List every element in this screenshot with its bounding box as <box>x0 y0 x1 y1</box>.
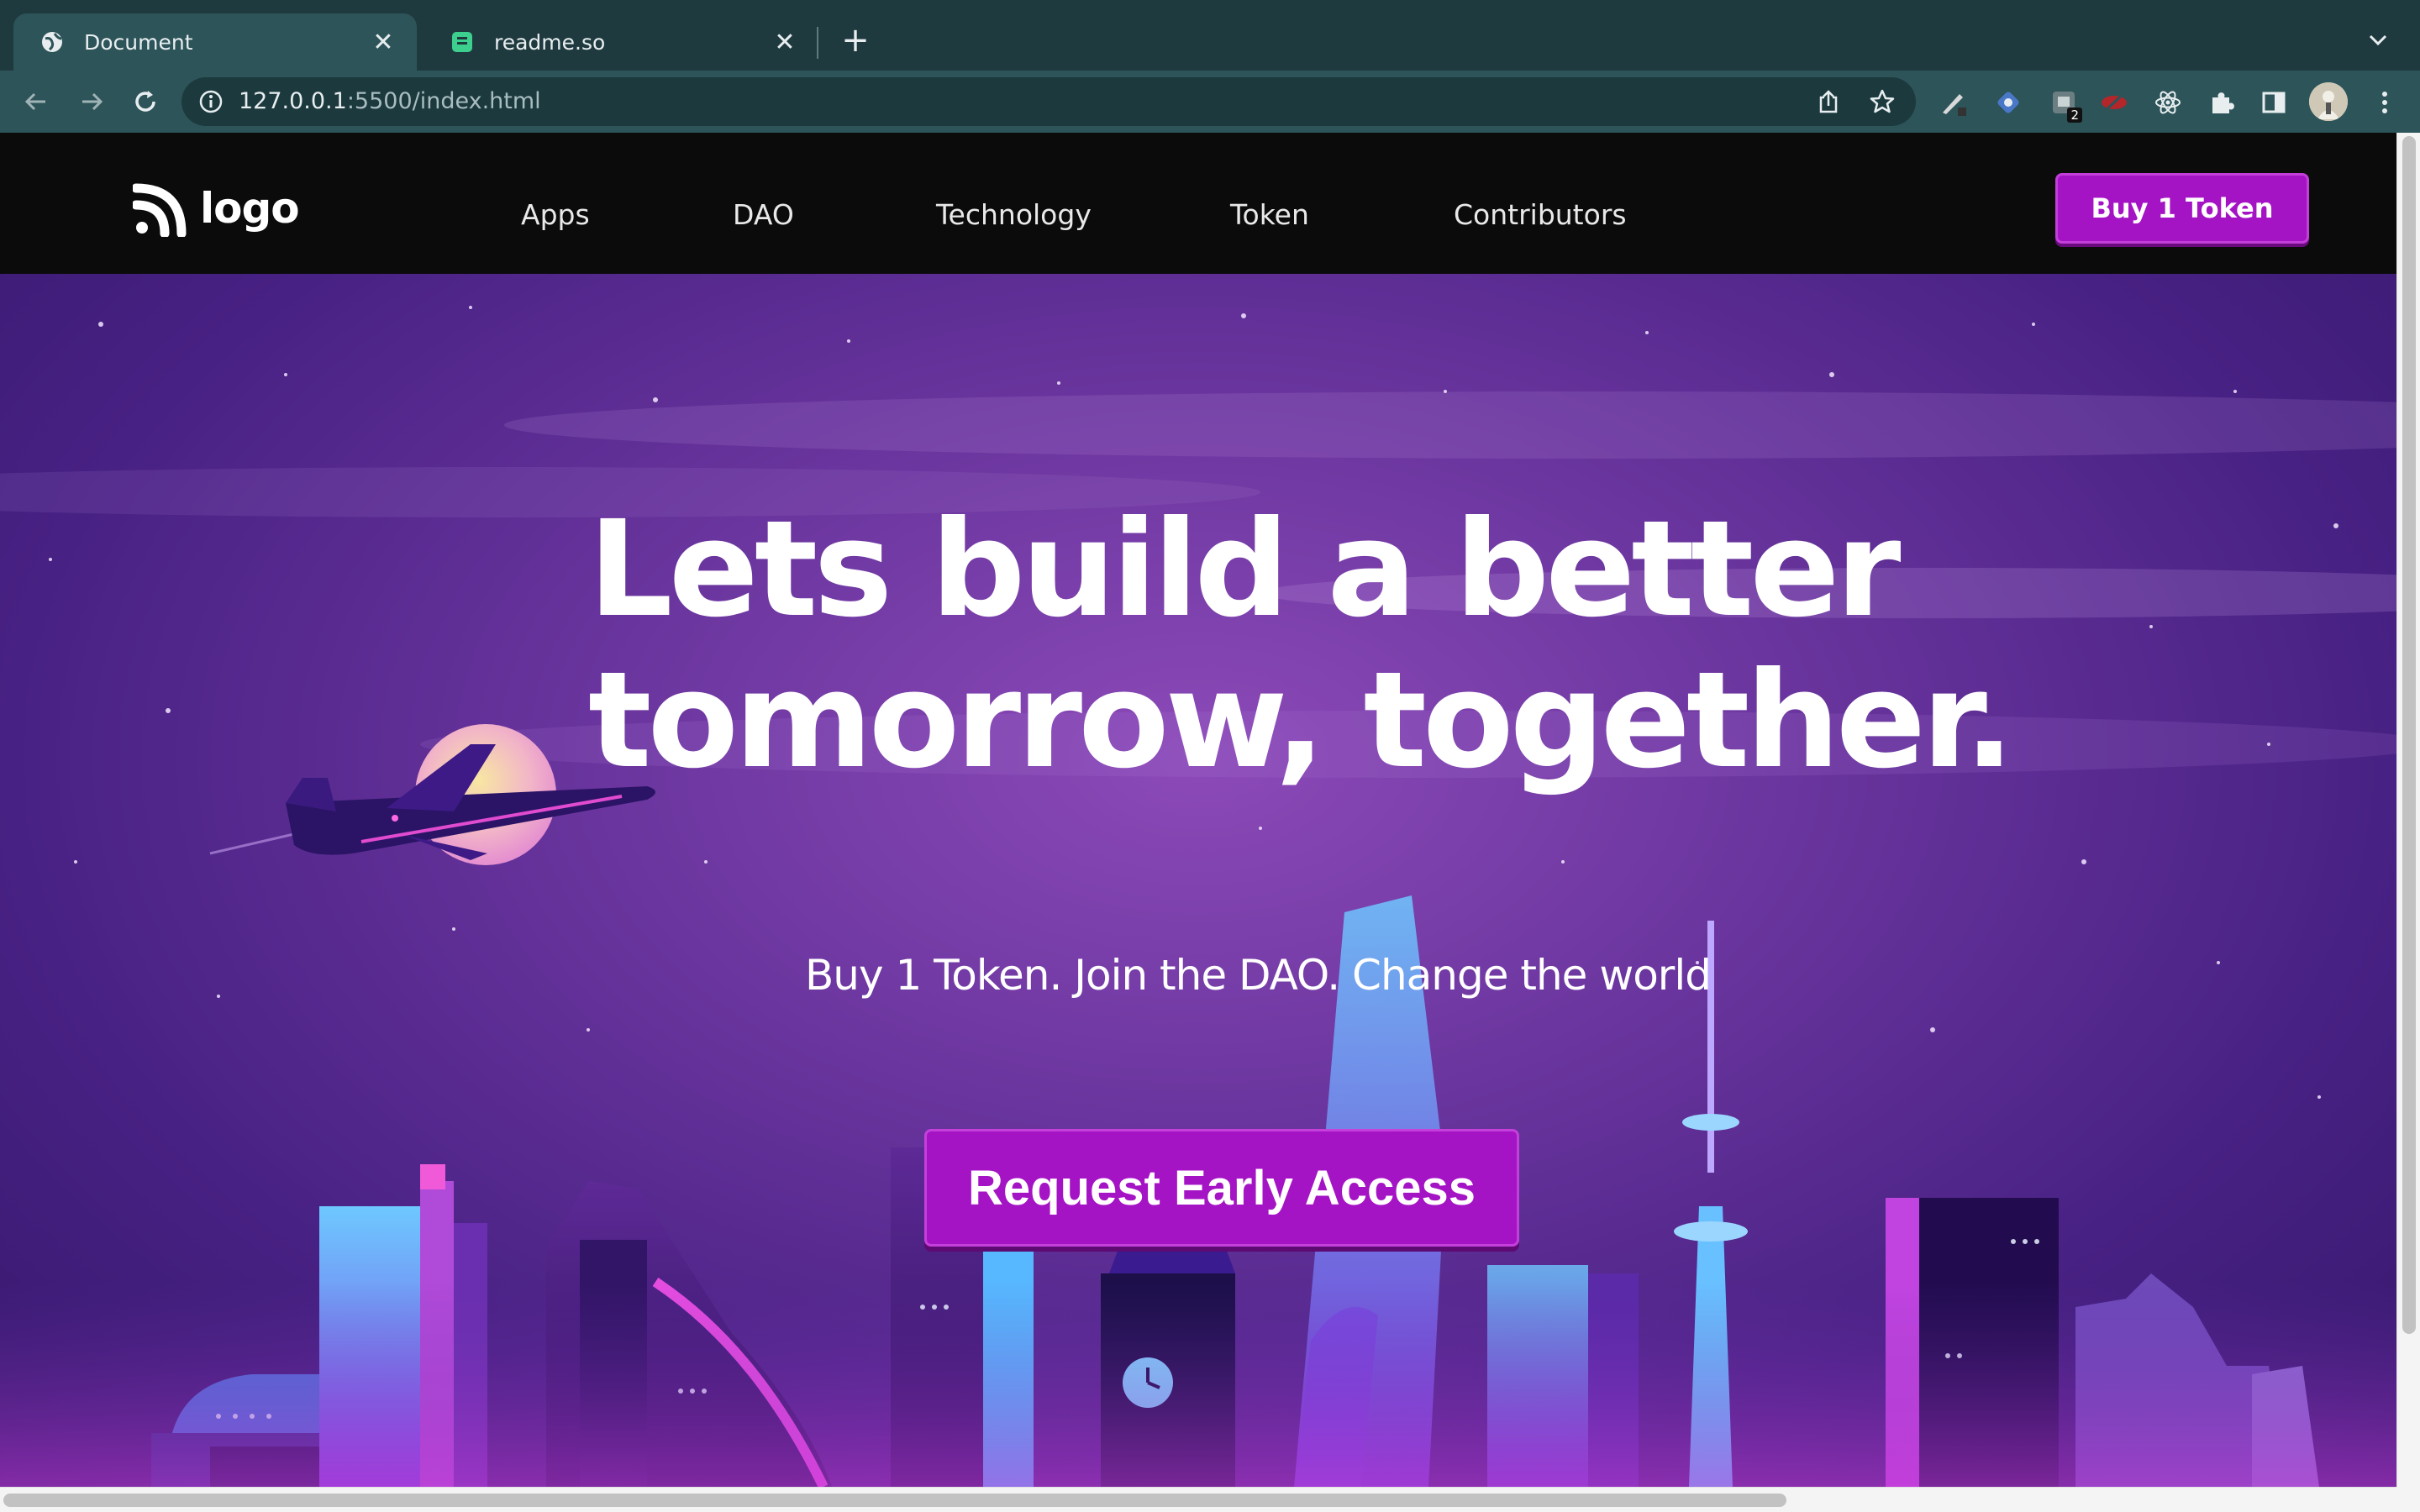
headline-line-1: Lets build a better <box>588 492 1901 647</box>
shield-extension-icon[interactable]: 2 <box>2047 86 2082 123</box>
nav-token[interactable]: Token <box>1230 198 1309 231</box>
vertical-scrollbar[interactable] <box>2396 133 2420 1512</box>
nav-contributors[interactable]: Contributors <box>1454 198 1627 231</box>
hero-section: Lets build a better tomorrow, together. … <box>0 274 2396 1487</box>
chevron-down-icon[interactable] <box>2361 24 2395 57</box>
site-logo[interactable]: logo <box>133 180 300 237</box>
reload-icon[interactable] <box>126 82 165 121</box>
forward-icon[interactable] <box>72 82 111 121</box>
horizontal-scroll-thumb[interactable] <box>3 1494 1786 1507</box>
rss-logo-icon <box>133 183 187 237</box>
vertical-scroll-thumb[interactable] <box>2402 136 2416 1334</box>
url-text: 127.0.0.1:5500/index.html <box>239 88 541 114</box>
eye-extension-icon[interactable] <box>2097 86 2131 119</box>
request-early-access-button[interactable]: Request Early Access <box>924 1129 1519 1247</box>
tab-title: readme.so <box>494 29 606 55</box>
pen-extension-icon[interactable] <box>1936 86 1970 119</box>
tab-document[interactable]: Document ✕ <box>13 13 417 71</box>
share-icon[interactable] <box>1815 88 1842 115</box>
nav-apps[interactable]: Apps <box>521 198 590 231</box>
puzzle-blue-extension-icon[interactable] <box>1991 86 2025 119</box>
bookmark-star-icon[interactable] <box>1869 88 1896 115</box>
nav-technology[interactable]: Technology <box>936 198 1092 231</box>
globe-icon <box>40 30 64 54</box>
buy-token-button[interactable]: Buy 1 Token <box>2055 173 2309 244</box>
profile-avatar[interactable] <box>2309 82 2348 121</box>
readme-favicon-icon <box>450 30 474 54</box>
tab-readme[interactable]: readme.so ✕ <box>424 13 818 71</box>
horizontal-scrollbar[interactable] <box>0 1487 2396 1512</box>
extensions-puzzle-icon[interactable] <box>2205 86 2238 119</box>
tab-title: Document <box>84 29 193 55</box>
page-viewport: logo Apps DAO Technology Token Contribut… <box>0 133 2396 1487</box>
hero-tagline: Buy 1 Token. Join the DAO. Change the wo… <box>805 951 1712 1000</box>
back-icon[interactable] <box>17 82 55 121</box>
hero-headline: Lets build a better tomorrow, together. <box>588 494 2017 796</box>
nav-dao[interactable]: DAO <box>733 198 794 231</box>
side-panel-icon[interactable] <box>2257 86 2291 119</box>
site-navbar: logo Apps DAO Technology Token Contribut… <box>0 133 2396 274</box>
address-bar[interactable]: 127.0.0.1:5500/index.html <box>182 77 1916 126</box>
close-icon[interactable]: ✕ <box>771 28 798 57</box>
city-skyline-illustration <box>0 306 2396 1487</box>
close-icon[interactable]: ✕ <box>370 28 397 57</box>
extension-badge: 2 <box>2067 108 2082 123</box>
browser-tabstrip: Document ✕ readme.so ✕ + <box>0 0 2420 71</box>
react-devtools-icon[interactable] <box>2151 86 2185 119</box>
tab-separator <box>817 27 818 59</box>
new-tab-icon[interactable]: + <box>837 22 874 59</box>
info-icon[interactable] <box>198 89 224 114</box>
scrollbar-corner <box>2396 1487 2420 1512</box>
logo-text: logo <box>200 184 300 233</box>
headline-line-2: tomorrow, together. <box>588 643 2014 798</box>
more-menu-icon[interactable] <box>2368 86 2402 119</box>
browser-toolbar: 127.0.0.1:5500/index.html 2 <box>0 71 2420 133</box>
